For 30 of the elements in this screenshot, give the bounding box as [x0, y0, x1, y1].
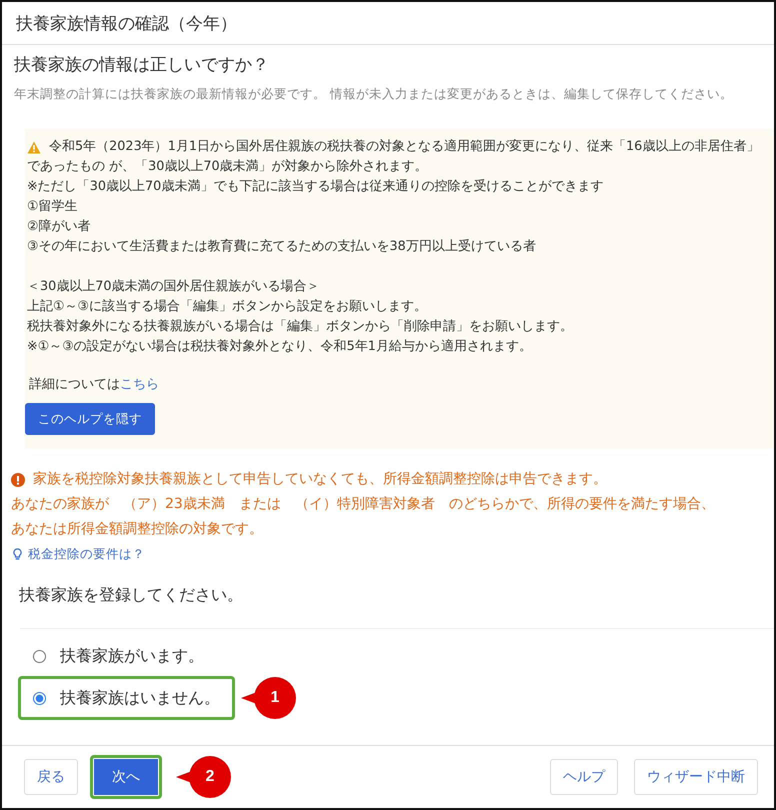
help-text: 令和5年（2023年）1月1日から国外居住親族の税扶養の対象となる適用範囲が変更になり、従来「16歳以上の非居住者」	[48, 138, 760, 156]
radio-option[interactable]: 扶養家族はいません。	[18, 676, 235, 720]
help-text: ③その年において生活費または教育費に充てるための支払いを38万円以上受けている者	[26, 238, 537, 256]
detail-link[interactable]: こちら	[120, 377, 159, 392]
hide-help-button[interactable]: このヘルプを隠す	[25, 403, 155, 435]
lightbulb-icon	[13, 548, 22, 561]
footer-button[interactable]: ウィザード中断	[634, 759, 758, 795]
window-title: 扶養家族情報の確認（今年）	[16, 12, 237, 34]
help-text: 上記①～③に該当する場合「編集」ボタンから設定をお願いします。	[26, 298, 428, 316]
help-text: ①留学生	[26, 198, 78, 216]
question-heading: 扶養家族の情報は正しいですか？	[14, 54, 270, 76]
section-prompt: 扶養家族を登録してください。	[19, 585, 244, 606]
help-text: 税扶養対象外になる扶養親族がいる場合は「編集」ボタンから「削除申請」をお願いします。	[26, 318, 574, 336]
notice-text: あなたの家族が （ア）23歳未満 または （イ）特別障害対象者 のどちらかで、所得の要件を満たす場合、	[11, 495, 716, 514]
warning-icon	[27, 140, 41, 154]
next-button[interactable]: 次へ	[90, 755, 162, 799]
radio-option[interactable]: 扶養家族がいます。	[18, 634, 219, 678]
help-text: ※①～③の設定がない場合は税扶養対象外となり、令和5年1月給与から適用されます。	[26, 338, 533, 356]
help-text: であったもの が、「30歳以上70歳未満」が対象から除外されます。	[26, 158, 429, 176]
help-text: 詳細については	[28, 377, 120, 392]
help-text: ②障がい者	[26, 218, 92, 236]
notice-text: 家族を税控除対象扶養親族として申告していなくても、所得金額調整控除は申告できます。	[33, 470, 607, 489]
footer-button[interactable]: 戻る	[24, 759, 78, 795]
footer-button[interactable]: ヘルプ	[550, 759, 618, 795]
help-text: ※ただし「30歳以上70歳未満」でも下記に該当する場合は従来通りの控除を受けることができます	[26, 178, 604, 196]
help-text: ＜30歳以上70歳未満の国外居住親族がいる場合＞	[26, 278, 321, 296]
alert-icon	[11, 472, 25, 486]
requirements-link[interactable]: 税金控除の要件は？	[28, 546, 145, 563]
notice-text: あなたは所得金額調整控除の対象です。	[11, 520, 264, 539]
description-text: 年末調整の計算には扶養家族の最新情報が必要です。 情報が未入力または変更があるときは、編集して保存してください。	[14, 86, 734, 103]
